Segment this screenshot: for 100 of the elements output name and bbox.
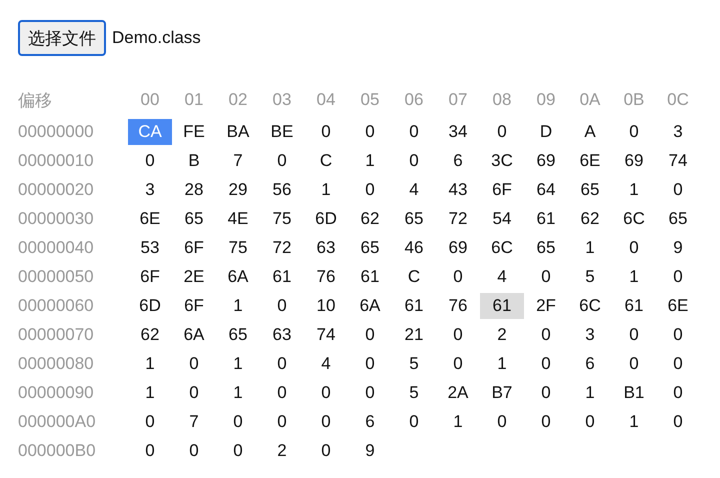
hex-cell[interactable]: 6 <box>436 148 480 174</box>
hex-cell[interactable]: 0 <box>656 408 700 434</box>
hex-cell[interactable]: 6F <box>128 264 172 290</box>
hex-cell[interactable]: 69 <box>612 148 656 174</box>
hex-cell[interactable]: 5 <box>392 380 436 406</box>
hex-cell[interactable]: 4 <box>480 264 524 290</box>
hex-cell[interactable]: 21 <box>392 322 436 348</box>
hex-cell[interactable]: C <box>392 264 436 290</box>
hex-cell[interactable]: BE <box>260 118 304 144</box>
hex-cell[interactable]: 0 <box>524 264 568 290</box>
hex-cell[interactable]: 0 <box>436 350 480 376</box>
hex-cell[interactable]: 6A <box>216 264 260 290</box>
hex-cell[interactable]: 62 <box>568 206 612 232</box>
hex-cell[interactable]: 72 <box>436 206 480 232</box>
hex-cell[interactable]: 74 <box>304 322 348 348</box>
hex-cell[interactable]: 9 <box>656 234 700 260</box>
hex-cell[interactable]: 0 <box>480 118 524 144</box>
hex-cell[interactable]: B7 <box>480 380 524 406</box>
hex-cell[interactable]: 63 <box>304 234 348 260</box>
hex-cell[interactable]: 0 <box>436 264 480 290</box>
hex-cell[interactable]: 61 <box>480 292 524 318</box>
hex-cell[interactable]: 6F <box>172 292 216 318</box>
hex-cell[interactable]: 1 <box>568 234 612 260</box>
hex-cell[interactable]: 29 <box>216 176 260 202</box>
hex-cell[interactable]: 53 <box>128 234 172 260</box>
hex-cell[interactable]: 0 <box>480 408 524 434</box>
hex-cell[interactable]: 0 <box>436 322 480 348</box>
hex-cell[interactable]: 6E <box>128 206 172 232</box>
hex-cell[interactable]: 65 <box>656 206 700 232</box>
hex-cell[interactable]: 0 <box>656 380 700 406</box>
hex-cell[interactable]: 3C <box>480 148 524 174</box>
hex-cell[interactable]: 62 <box>128 322 172 348</box>
hex-cell[interactable]: 0 <box>612 350 656 376</box>
hex-cell[interactable]: 34 <box>436 118 480 144</box>
hex-cell[interactable]: 9 <box>348 438 392 464</box>
hex-cell[interactable]: B <box>172 148 216 174</box>
hex-cell[interactable]: 1 <box>480 350 524 376</box>
hex-cell[interactable]: 43 <box>436 176 480 202</box>
hex-cell[interactable]: 61 <box>524 206 568 232</box>
hex-cell[interactable]: 0 <box>612 118 656 144</box>
hex-cell[interactable]: 1 <box>216 292 260 318</box>
hex-cell[interactable]: 1 <box>216 380 260 406</box>
hex-cell[interactable]: 0 <box>348 380 392 406</box>
hex-cell[interactable]: FE <box>172 118 216 144</box>
hex-cell[interactable]: 0 <box>304 408 348 434</box>
hex-cell[interactable]: 0 <box>348 176 392 202</box>
hex-cell[interactable]: 62 <box>348 206 392 232</box>
hex-cell[interactable]: 1 <box>568 380 612 406</box>
hex-cell[interactable]: 1 <box>436 408 480 434</box>
hex-cell[interactable]: 1 <box>216 350 260 376</box>
hex-cell[interactable]: 64 <box>524 176 568 202</box>
hex-cell[interactable]: 5 <box>392 350 436 376</box>
hex-cell[interactable]: 0 <box>172 438 216 464</box>
hex-cell[interactable]: 4 <box>304 350 348 376</box>
hex-cell[interactable]: 6C <box>480 234 524 260</box>
hex-cell[interactable]: 0 <box>260 350 304 376</box>
hex-cell[interactable]: 3 <box>128 176 172 202</box>
hex-cell[interactable]: 1 <box>304 176 348 202</box>
hex-cell[interactable]: 0 <box>348 322 392 348</box>
hex-cell[interactable]: 0 <box>656 264 700 290</box>
hex-cell[interactable]: 1 <box>612 408 656 434</box>
hex-cell[interactable]: 69 <box>524 148 568 174</box>
hex-cell[interactable]: 0 <box>304 438 348 464</box>
hex-cell[interactable]: 2 <box>480 322 524 348</box>
hex-cell[interactable]: 0 <box>656 322 700 348</box>
choose-file-button[interactable]: 选择文件 <box>18 20 106 56</box>
hex-cell[interactable]: 2A <box>436 380 480 406</box>
hex-cell[interactable]: 1 <box>128 380 172 406</box>
hex-cell[interactable]: 72 <box>260 234 304 260</box>
hex-cell[interactable]: 75 <box>260 206 304 232</box>
hex-cell[interactable]: 0 <box>656 176 700 202</box>
hex-cell[interactable]: 4 <box>392 176 436 202</box>
hex-cell[interactable]: 6F <box>480 176 524 202</box>
hex-cell[interactable]: B1 <box>612 380 656 406</box>
hex-cell[interactable]: 0 <box>172 380 216 406</box>
hex-cell[interactable]: 76 <box>436 292 480 318</box>
hex-cell[interactable]: 6D <box>304 206 348 232</box>
hex-cell[interactable]: 61 <box>612 292 656 318</box>
hex-cell[interactable]: 0 <box>304 380 348 406</box>
hex-cell[interactable]: 4E <box>216 206 260 232</box>
hex-cell[interactable]: 65 <box>568 176 612 202</box>
hex-cell[interactable]: 0 <box>348 118 392 144</box>
hex-cell[interactable]: 65 <box>524 234 568 260</box>
hex-cell[interactable]: 0 <box>216 438 260 464</box>
hex-cell[interactable]: 6E <box>568 148 612 174</box>
hex-cell[interactable]: 63 <box>260 322 304 348</box>
hex-cell[interactable]: 65 <box>172 206 216 232</box>
hex-cell[interactable]: 10 <box>304 292 348 318</box>
hex-cell[interactable]: 0 <box>260 408 304 434</box>
hex-cell[interactable]: A <box>568 118 612 144</box>
hex-cell[interactable]: 1 <box>348 148 392 174</box>
hex-cell[interactable]: 61 <box>260 264 304 290</box>
hex-cell[interactable]: 6A <box>348 292 392 318</box>
hex-cell[interactable]: 0 <box>392 408 436 434</box>
hex-cell[interactable]: 7 <box>216 148 260 174</box>
hex-cell[interactable]: 3 <box>656 118 700 144</box>
hex-cell[interactable]: 6D <box>128 292 172 318</box>
hex-cell[interactable]: 0 <box>524 322 568 348</box>
hex-cell[interactable]: 0 <box>128 408 172 434</box>
hex-cell[interactable]: 0 <box>524 408 568 434</box>
